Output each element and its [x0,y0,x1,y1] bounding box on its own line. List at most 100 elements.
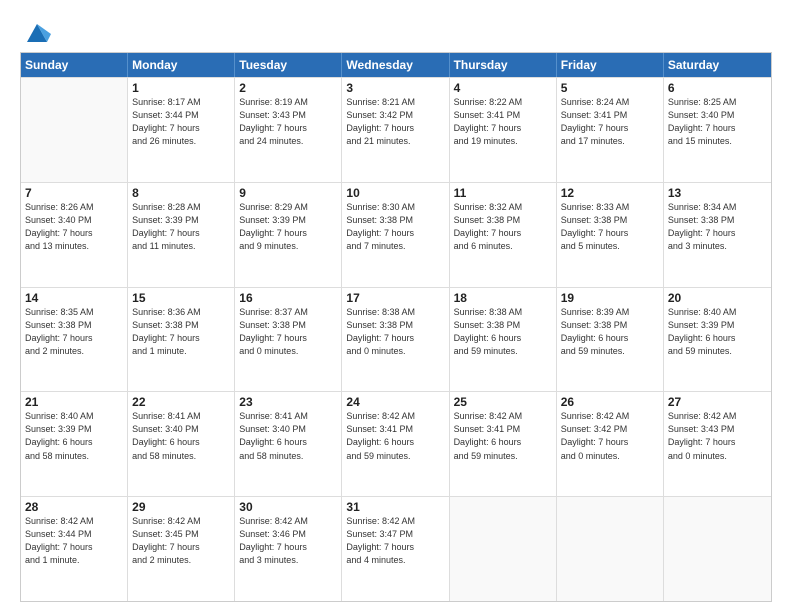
day-info: Sunrise: 8:38 AM Sunset: 3:38 PM Dayligh… [454,306,552,358]
day-number: 28 [25,500,123,514]
day-info: Sunrise: 8:42 AM Sunset: 3:43 PM Dayligh… [668,410,767,462]
empty-cell [21,78,128,182]
day-cell-20: 20Sunrise: 8:40 AM Sunset: 3:39 PM Dayli… [664,288,771,392]
day-cell-15: 15Sunrise: 8:36 AM Sunset: 3:38 PM Dayli… [128,288,235,392]
header-day-tuesday: Tuesday [235,53,342,77]
day-info: Sunrise: 8:42 AM Sunset: 3:46 PM Dayligh… [239,515,337,567]
day-cell-21: 21Sunrise: 8:40 AM Sunset: 3:39 PM Dayli… [21,392,128,496]
calendar-row-1: 1Sunrise: 8:17 AM Sunset: 3:44 PM Daylig… [21,77,771,182]
day-info: Sunrise: 8:26 AM Sunset: 3:40 PM Dayligh… [25,201,123,253]
day-cell-28: 28Sunrise: 8:42 AM Sunset: 3:44 PM Dayli… [21,497,128,601]
day-cell-29: 29Sunrise: 8:42 AM Sunset: 3:45 PM Dayli… [128,497,235,601]
day-number: 1 [132,81,230,95]
day-number: 13 [668,186,767,200]
day-info: Sunrise: 8:32 AM Sunset: 3:38 PM Dayligh… [454,201,552,253]
header-day-saturday: Saturday [664,53,771,77]
day-number: 7 [25,186,123,200]
day-number: 27 [668,395,767,409]
day-info: Sunrise: 8:36 AM Sunset: 3:38 PM Dayligh… [132,306,230,358]
header-day-sunday: Sunday [21,53,128,77]
day-cell-1: 1Sunrise: 8:17 AM Sunset: 3:44 PM Daylig… [128,78,235,182]
day-number: 29 [132,500,230,514]
day-number: 11 [454,186,552,200]
header-day-friday: Friday [557,53,664,77]
day-number: 25 [454,395,552,409]
day-number: 12 [561,186,659,200]
day-cell-4: 4Sunrise: 8:22 AM Sunset: 3:41 PM Daylig… [450,78,557,182]
day-number: 21 [25,395,123,409]
calendar-row-5: 28Sunrise: 8:42 AM Sunset: 3:44 PM Dayli… [21,496,771,601]
day-info: Sunrise: 8:39 AM Sunset: 3:38 PM Dayligh… [561,306,659,358]
empty-cell [664,497,771,601]
day-info: Sunrise: 8:42 AM Sunset: 3:44 PM Dayligh… [25,515,123,567]
calendar-row-4: 21Sunrise: 8:40 AM Sunset: 3:39 PM Dayli… [21,391,771,496]
day-number: 17 [346,291,444,305]
day-number: 14 [25,291,123,305]
day-info: Sunrise: 8:42 AM Sunset: 3:41 PM Dayligh… [454,410,552,462]
day-number: 8 [132,186,230,200]
day-cell-11: 11Sunrise: 8:32 AM Sunset: 3:38 PM Dayli… [450,183,557,287]
day-info: Sunrise: 8:25 AM Sunset: 3:40 PM Dayligh… [668,96,767,148]
day-number: 5 [561,81,659,95]
day-number: 24 [346,395,444,409]
day-number: 6 [668,81,767,95]
day-info: Sunrise: 8:41 AM Sunset: 3:40 PM Dayligh… [132,410,230,462]
day-info: Sunrise: 8:42 AM Sunset: 3:42 PM Dayligh… [561,410,659,462]
day-cell-13: 13Sunrise: 8:34 AM Sunset: 3:38 PM Dayli… [664,183,771,287]
day-cell-31: 31Sunrise: 8:42 AM Sunset: 3:47 PM Dayli… [342,497,449,601]
calendar-row-2: 7Sunrise: 8:26 AM Sunset: 3:40 PM Daylig… [21,182,771,287]
calendar-body: 1Sunrise: 8:17 AM Sunset: 3:44 PM Daylig… [21,77,771,601]
day-number: 2 [239,81,337,95]
day-info: Sunrise: 8:38 AM Sunset: 3:38 PM Dayligh… [346,306,444,358]
calendar-row-3: 14Sunrise: 8:35 AM Sunset: 3:38 PM Dayli… [21,287,771,392]
day-info: Sunrise: 8:42 AM Sunset: 3:41 PM Dayligh… [346,410,444,462]
day-number: 9 [239,186,337,200]
day-number: 4 [454,81,552,95]
empty-cell [557,497,664,601]
day-cell-24: 24Sunrise: 8:42 AM Sunset: 3:41 PM Dayli… [342,392,449,496]
day-number: 31 [346,500,444,514]
day-info: Sunrise: 8:30 AM Sunset: 3:38 PM Dayligh… [346,201,444,253]
day-info: Sunrise: 8:17 AM Sunset: 3:44 PM Dayligh… [132,96,230,148]
day-cell-18: 18Sunrise: 8:38 AM Sunset: 3:38 PM Dayli… [450,288,557,392]
day-cell-16: 16Sunrise: 8:37 AM Sunset: 3:38 PM Dayli… [235,288,342,392]
logo [20,22,51,46]
day-number: 22 [132,395,230,409]
day-number: 20 [668,291,767,305]
day-cell-3: 3Sunrise: 8:21 AM Sunset: 3:42 PM Daylig… [342,78,449,182]
day-number: 19 [561,291,659,305]
day-cell-14: 14Sunrise: 8:35 AM Sunset: 3:38 PM Dayli… [21,288,128,392]
day-number: 26 [561,395,659,409]
day-info: Sunrise: 8:42 AM Sunset: 3:45 PM Dayligh… [132,515,230,567]
header-day-thursday: Thursday [450,53,557,77]
header-day-monday: Monday [128,53,235,77]
day-info: Sunrise: 8:22 AM Sunset: 3:41 PM Dayligh… [454,96,552,148]
day-number: 3 [346,81,444,95]
day-cell-7: 7Sunrise: 8:26 AM Sunset: 3:40 PM Daylig… [21,183,128,287]
day-number: 30 [239,500,337,514]
logo-icon [23,18,51,46]
day-cell-25: 25Sunrise: 8:42 AM Sunset: 3:41 PM Dayli… [450,392,557,496]
logo-text [20,22,51,46]
day-cell-6: 6Sunrise: 8:25 AM Sunset: 3:40 PM Daylig… [664,78,771,182]
day-cell-26: 26Sunrise: 8:42 AM Sunset: 3:42 PM Dayli… [557,392,664,496]
day-number: 16 [239,291,337,305]
day-info: Sunrise: 8:33 AM Sunset: 3:38 PM Dayligh… [561,201,659,253]
day-info: Sunrise: 8:42 AM Sunset: 3:47 PM Dayligh… [346,515,444,567]
day-info: Sunrise: 8:19 AM Sunset: 3:43 PM Dayligh… [239,96,337,148]
calendar: SundayMondayTuesdayWednesdayThursdayFrid… [20,52,772,602]
day-cell-5: 5Sunrise: 8:24 AM Sunset: 3:41 PM Daylig… [557,78,664,182]
header [20,18,772,46]
day-info: Sunrise: 8:41 AM Sunset: 3:40 PM Dayligh… [239,410,337,462]
day-info: Sunrise: 8:29 AM Sunset: 3:39 PM Dayligh… [239,201,337,253]
header-day-wednesday: Wednesday [342,53,449,77]
day-number: 18 [454,291,552,305]
day-info: Sunrise: 8:28 AM Sunset: 3:39 PM Dayligh… [132,201,230,253]
day-number: 15 [132,291,230,305]
day-cell-10: 10Sunrise: 8:30 AM Sunset: 3:38 PM Dayli… [342,183,449,287]
day-cell-23: 23Sunrise: 8:41 AM Sunset: 3:40 PM Dayli… [235,392,342,496]
day-info: Sunrise: 8:37 AM Sunset: 3:38 PM Dayligh… [239,306,337,358]
day-cell-19: 19Sunrise: 8:39 AM Sunset: 3:38 PM Dayli… [557,288,664,392]
day-cell-12: 12Sunrise: 8:33 AM Sunset: 3:38 PM Dayli… [557,183,664,287]
day-info: Sunrise: 8:40 AM Sunset: 3:39 PM Dayligh… [25,410,123,462]
